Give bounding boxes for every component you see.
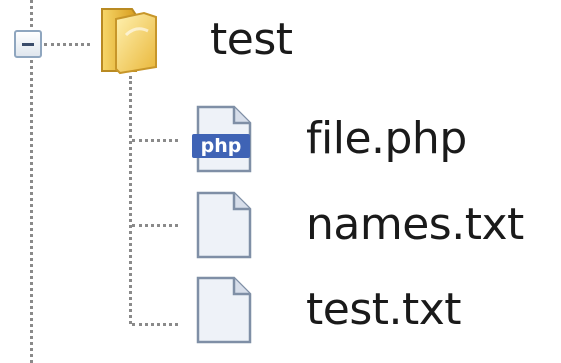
text-file-icon [196, 191, 252, 259]
minus-icon [22, 43, 34, 46]
tree-connector-test-txt [132, 323, 178, 326]
folder-label: test [210, 14, 293, 65]
file-label: file.php [306, 113, 467, 164]
tree-connector-file-php [132, 139, 178, 142]
php-file-icon: php [192, 105, 252, 173]
tree-connector-names-txt [132, 224, 178, 227]
folder-icon [101, 8, 157, 75]
tree-node-folder-test[interactable]: test [96, 5, 293, 75]
tree-connector-root [44, 43, 90, 46]
file-label: test.txt [306, 284, 462, 335]
text-file-icon [196, 276, 252, 344]
tree-connector-children [129, 76, 132, 324]
tree-node-file-names-txt[interactable]: names.txt [188, 190, 524, 260]
collapse-toggle-button[interactable] [14, 30, 42, 58]
php-badge-text: php [201, 135, 242, 157]
tree-node-file-test-txt[interactable]: test.txt [188, 275, 462, 345]
tree-node-file-php[interactable]: php file.php [188, 104, 467, 174]
file-label: names.txt [306, 199, 524, 250]
